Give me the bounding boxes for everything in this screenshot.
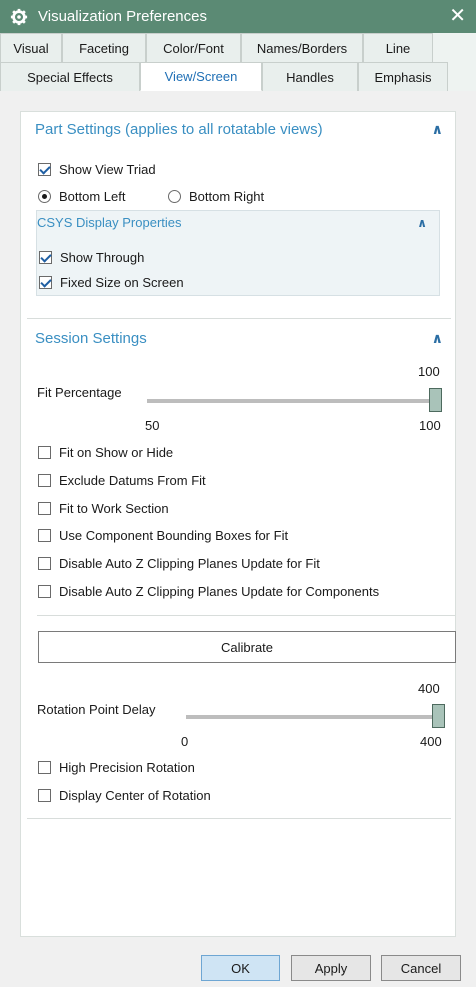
- fit-percentage-min: 50: [145, 418, 160, 433]
- fit-percentage-label: Fit Percentage: [37, 385, 122, 400]
- disable-clipping-components-label: Disable Auto Z Clipping Planes Update fo…: [59, 584, 380, 599]
- tab-emphasis[interactable]: Emphasis: [358, 62, 448, 91]
- ok-button[interactable]: OK: [201, 955, 280, 981]
- show-view-triad-label: Show View Triad: [59, 162, 156, 177]
- show-through-option[interactable]: Show Through: [39, 250, 144, 265]
- disable-clipping-components-option[interactable]: Disable Auto Z Clipping Planes Update fo…: [38, 584, 379, 599]
- chevron-up-icon[interactable]: ∧: [432, 121, 443, 138]
- fit-on-show-hide-checkbox[interactable]: [38, 446, 51, 459]
- csys-header[interactable]: CSYS Display Properties ∧: [37, 215, 427, 230]
- gear-icon: [10, 8, 28, 25]
- disable-clipping-fit-checkbox[interactable]: [38, 557, 51, 570]
- fit-to-work-section-option[interactable]: Fit to Work Section: [38, 501, 169, 516]
- display-center-rotation-option[interactable]: Display Center of Rotation: [38, 788, 211, 803]
- show-view-triad-checkbox[interactable]: [38, 163, 51, 176]
- show-through-checkbox[interactable]: [39, 251, 52, 264]
- tab-view-screen[interactable]: View/Screen: [140, 62, 262, 91]
- disable-clipping-components-checkbox[interactable]: [38, 585, 51, 598]
- component-bounding-boxes-label: Use Component Bounding Boxes for Fit: [59, 528, 289, 543]
- rotation-delay-thumb[interactable]: [432, 704, 445, 728]
- fit-on-show-hide-label: Fit on Show or Hide: [59, 445, 174, 460]
- display-center-rotation-label: Display Center of Rotation: [59, 788, 211, 803]
- fit-percentage-track[interactable]: [147, 399, 433, 403]
- part-settings-header[interactable]: Part Settings (applies to all rotatable …: [35, 121, 443, 138]
- tab-color-font[interactable]: Color/Font: [146, 33, 241, 62]
- rotation-delay-max: 400: [420, 734, 442, 749]
- rotation-delay-label: Rotation Point Delay: [37, 702, 156, 717]
- window-title: Visualization Preferences: [38, 8, 207, 25]
- bottom-right-label: Bottom Right: [189, 189, 265, 204]
- fixed-size-label: Fixed Size on Screen: [60, 275, 184, 290]
- display-center-rotation-checkbox[interactable]: [38, 789, 51, 802]
- show-view-triad-option[interactable]: Show View Triad: [38, 162, 156, 177]
- fit-percentage-value: 100: [418, 364, 440, 379]
- high-precision-rotation-option[interactable]: High Precision Rotation: [38, 760, 195, 775]
- divider: [37, 615, 455, 616]
- fit-on-show-hide-option[interactable]: Fit on Show or Hide: [38, 445, 173, 460]
- divider: [27, 318, 451, 319]
- calibrate-button[interactable]: Calibrate: [38, 631, 456, 663]
- tab-visual[interactable]: Visual: [0, 33, 62, 62]
- csys-display-panel: CSYS Display Properties ∧ Show Through F…: [36, 210, 440, 296]
- fit-to-work-section-label: Fit to Work Section: [59, 501, 169, 516]
- tab-strip: Visual Faceting Color/Font Names/Borders…: [0, 33, 476, 91]
- session-settings-header[interactable]: Session Settings ∧: [35, 330, 443, 347]
- tab-handles[interactable]: Handles: [262, 62, 358, 91]
- component-bounding-boxes-checkbox[interactable]: [38, 529, 51, 542]
- fit-to-work-section-checkbox[interactable]: [38, 502, 51, 515]
- show-through-label: Show Through: [60, 250, 145, 265]
- bottom-right-option[interactable]: Bottom Right: [168, 189, 264, 204]
- disable-clipping-fit-option[interactable]: Disable Auto Z Clipping Planes Update fo…: [38, 556, 320, 571]
- rotation-delay-min: 0: [181, 734, 189, 749]
- fixed-size-option[interactable]: Fixed Size on Screen: [39, 275, 184, 290]
- divider: [27, 818, 451, 819]
- apply-button[interactable]: Apply: [291, 955, 371, 981]
- bottom-left-option[interactable]: Bottom Left: [38, 189, 125, 204]
- rotation-delay-track[interactable]: [186, 715, 434, 719]
- tab-faceting[interactable]: Faceting: [62, 33, 146, 62]
- tab-names-borders[interactable]: Names/Borders: [241, 33, 363, 62]
- bottom-left-radio[interactable]: [38, 190, 51, 203]
- part-settings-title: Part Settings (applies to all rotatable …: [35, 121, 323, 138]
- bottom-right-radio[interactable]: [168, 190, 181, 203]
- tab-row-1: Visual Faceting Color/Font Names/Borders…: [0, 33, 476, 62]
- chevron-up-icon[interactable]: ∧: [432, 330, 443, 347]
- view-screen-panel: Part Settings (applies to all rotatable …: [20, 111, 456, 937]
- title-bar: Visualization Preferences ✕: [0, 0, 476, 33]
- disable-clipping-fit-label: Disable Auto Z Clipping Planes Update fo…: [59, 556, 320, 571]
- tab-row-2: Special Effects View/Screen Handles Emph…: [0, 62, 476, 91]
- chevron-up-icon[interactable]: ∧: [417, 216, 427, 230]
- high-precision-rotation-checkbox[interactable]: [38, 761, 51, 774]
- close-icon[interactable]: ✕: [449, 4, 466, 28]
- tab-line[interactable]: Line: [363, 33, 433, 62]
- fit-percentage-max: 100: [419, 418, 441, 433]
- bottom-left-label: Bottom Left: [59, 189, 126, 204]
- cancel-button[interactable]: Cancel: [381, 955, 461, 981]
- exclude-datums-option[interactable]: Exclude Datums From Fit: [38, 473, 206, 488]
- tab-special-effects[interactable]: Special Effects: [0, 62, 140, 91]
- exclude-datums-checkbox[interactable]: [38, 474, 51, 487]
- fixed-size-checkbox[interactable]: [39, 276, 52, 289]
- component-bounding-boxes-option[interactable]: Use Component Bounding Boxes for Fit: [38, 528, 288, 543]
- exclude-datums-label: Exclude Datums From Fit: [59, 473, 206, 488]
- fit-percentage-thumb[interactable]: [429, 388, 442, 412]
- high-precision-rotation-label: High Precision Rotation: [59, 760, 195, 775]
- csys-title: CSYS Display Properties: [37, 215, 182, 230]
- session-settings-title: Session Settings: [35, 330, 147, 347]
- rotation-delay-value: 400: [418, 681, 440, 696]
